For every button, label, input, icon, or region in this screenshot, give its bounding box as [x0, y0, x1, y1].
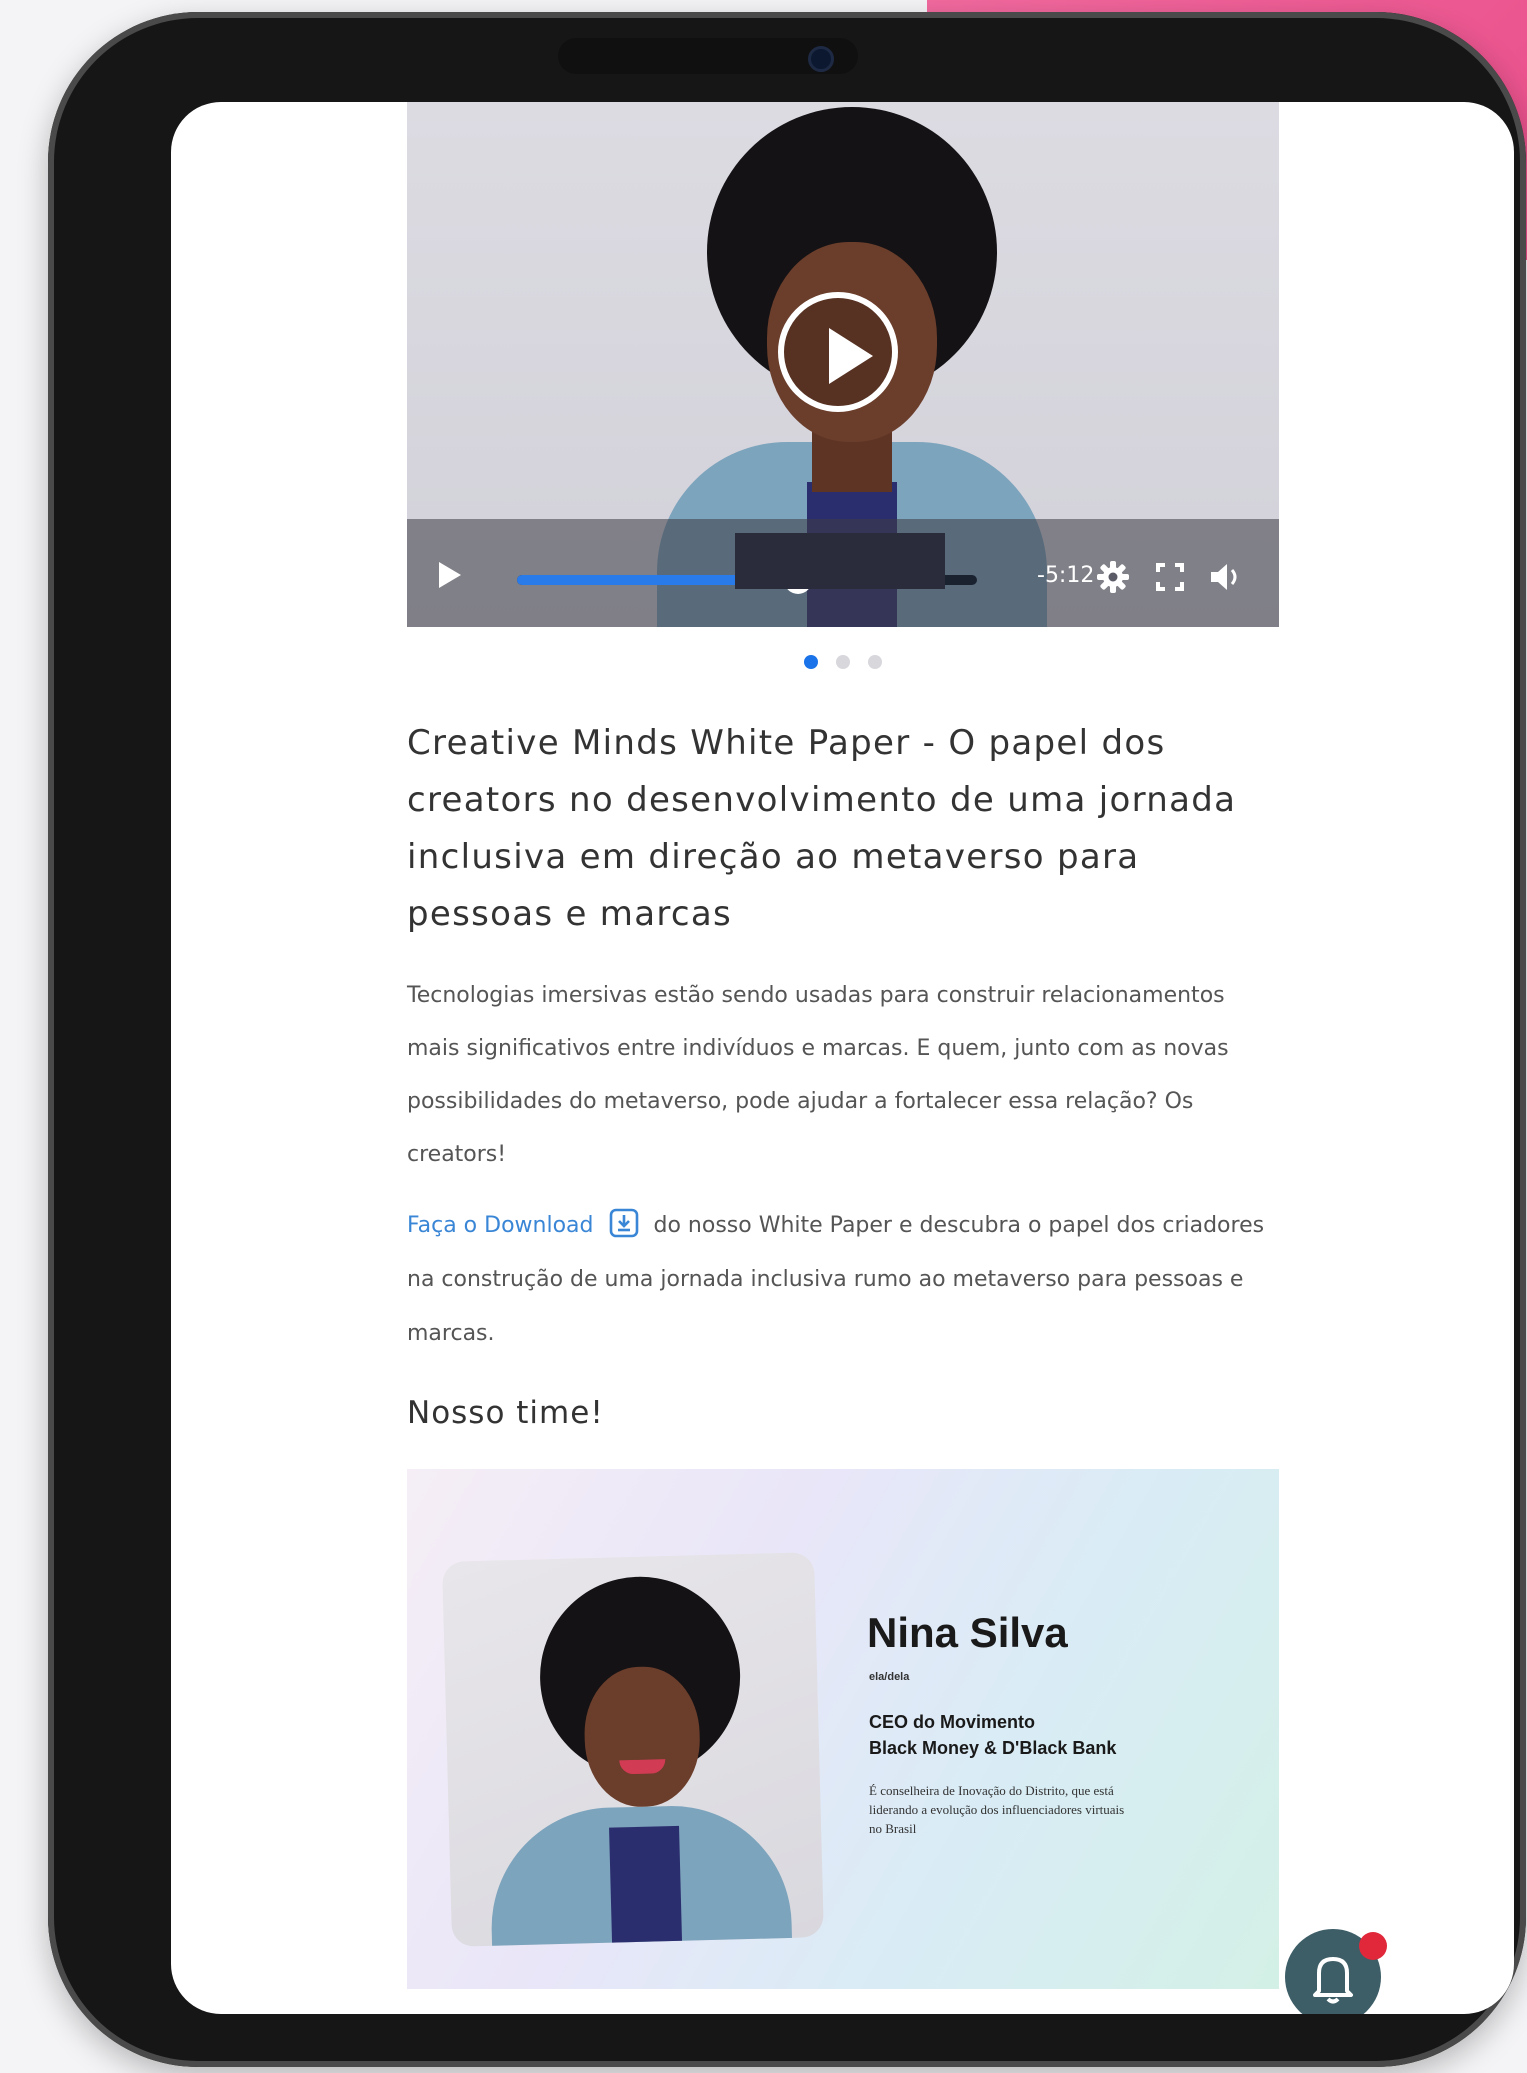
play-icon[interactable] [429, 554, 469, 594]
carousel-dot-2[interactable] [836, 655, 850, 669]
team-member-card: Nina Silva ela/dela CEO do Movimento Bla… [407, 1469, 1279, 1989]
notification-badge [1359, 1932, 1387, 1960]
gear-icon[interactable] [1095, 559, 1131, 595]
download-link[interactable]: Faça o Download [407, 1213, 594, 1238]
team-member-photo [442, 1552, 824, 1947]
camera-lens [808, 46, 834, 72]
team-member-role-line1: CEO do Movimento [869, 1712, 1035, 1732]
team-member-description: É conselheira de Inovação do Distrito, q… [869, 1783, 1125, 1836]
video-player[interactable]: -5:12 [407, 102, 1279, 627]
article-title: Creative Minds White Paper - O papel dos… [407, 723, 1237, 934]
photo-person-shirt [609, 1825, 683, 1947]
tablet-screen: -5:12 Creative Minds White Paper - O pap… [171, 102, 1514, 2014]
team-heading: Nosso time! [407, 1395, 604, 1431]
carousel-pagination [407, 655, 1279, 669]
volume-icon[interactable] [1207, 559, 1243, 595]
team-member-name: Nina Silva [867, 1609, 1068, 1656]
fullscreen-icon[interactable] [1152, 559, 1188, 595]
team-member-pronoun: ela/dela [869, 1671, 910, 1683]
tablet-frame: -5:12 Creative Minds White Paper - O pap… [48, 12, 1526, 2067]
video-controls-bar: -5:12 [407, 519, 1279, 627]
article-intro: Tecnologias imersivas estão sendo usadas… [407, 983, 1229, 1167]
video-thumbnail-tooltip [735, 533, 945, 589]
download-icon[interactable] [609, 1208, 639, 1238]
play-overlay-button[interactable] [778, 292, 898, 412]
team-member-role: CEO do Movimento Black Money & D'Black B… [869, 1709, 1189, 1761]
video-time-remaining: -5:12 [1037, 563, 1095, 588]
page-content: -5:12 Creative Minds White Paper - O pap… [407, 102, 1279, 1989]
carousel-dot-1[interactable] [804, 655, 818, 669]
download-paragraph: Faça o Download do nosso White Paper e d… [407, 1199, 1279, 1361]
photo-person-face [582, 1665, 702, 1809]
team-member-role-line2: Black Money & D'Black Bank [869, 1738, 1117, 1758]
carousel-dot-3[interactable] [868, 655, 882, 669]
